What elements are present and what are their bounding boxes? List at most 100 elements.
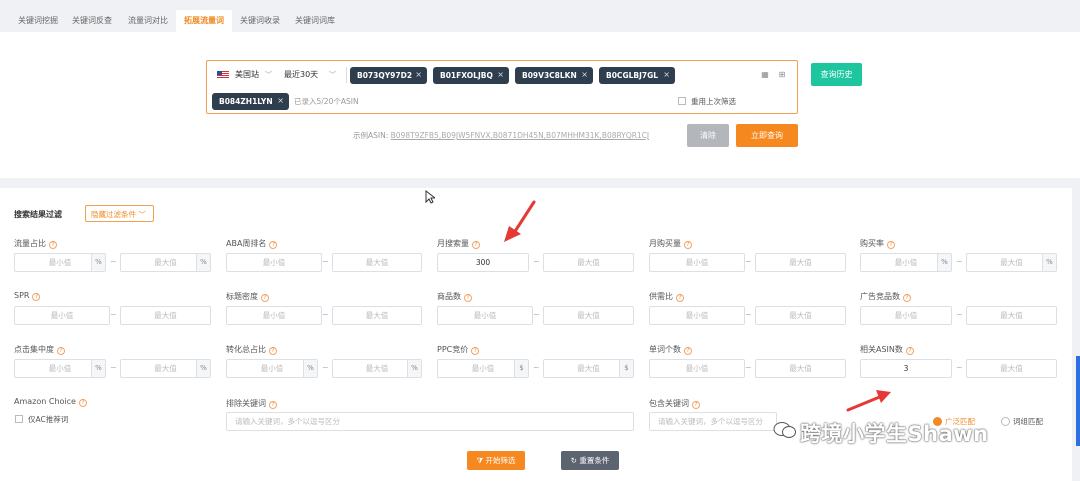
site-select[interactable]: 美国站: [235, 69, 259, 80]
conversion-share-min[interactable]: 最小值%: [226, 359, 318, 378]
help-icon[interactable]: ?: [684, 347, 692, 355]
help-icon[interactable]: ?: [692, 401, 700, 409]
query-history-button[interactable]: 查询历史: [811, 63, 862, 86]
close-icon[interactable]: ×: [277, 96, 284, 105]
product-count-min[interactable]: 最小值: [437, 306, 533, 325]
divider: [346, 67, 347, 83]
help-icon[interactable]: ?: [905, 347, 914, 355]
title-density-max[interactable]: 最大值: [332, 306, 422, 325]
clear-button[interactable]: 清除: [687, 124, 729, 147]
ad-product-count-min[interactable]: 最小值: [860, 306, 952, 325]
related-asin-count-label: 相关ASIN数?: [860, 344, 914, 355]
asin-tag[interactable]: B0CGLBJ7GL ×: [599, 67, 675, 84]
supply-demand-max[interactable]: 最大值: [755, 306, 846, 325]
tab-keyword-index[interactable]: 关键词收录: [232, 10, 288, 32]
tab-expand-traffic[interactable]: 拓展流量词: [176, 10, 232, 32]
start-filter-button[interactable]: ⧩ 开始筛选: [467, 451, 525, 470]
reuse-filter-checkbox[interactable]: [678, 97, 686, 105]
watermark-text: 跨境小学生Shawn: [800, 422, 989, 446]
reset-filter-button[interactable]: ↻ 重置条件: [561, 451, 619, 470]
ac-only-label: 仅AC推荐词: [28, 415, 69, 424]
help-icon[interactable]: ?: [684, 241, 692, 249]
exclude-keywords-input[interactable]: 请输入关键词，多个以逗号区分: [226, 412, 634, 431]
traffic-share-label: 流量占比?: [14, 238, 57, 249]
title-density-min[interactable]: 最小值: [226, 306, 322, 325]
period-select[interactable]: 最近30天: [284, 69, 318, 80]
word-count-min[interactable]: 最小值: [649, 359, 745, 378]
range-separator: ~: [956, 257, 963, 266]
example-asin-value[interactable]: B098T9ZFB5,B09JW5FNVX,B0871DH45N,B07MHHM…: [391, 131, 650, 140]
expand-icon[interactable]: ⊞: [777, 70, 787, 80]
related-asin-count-max[interactable]: 最大值: [966, 359, 1057, 378]
click-concentration-min[interactable]: 最小值%: [14, 359, 106, 378]
aba-rank-max[interactable]: 最大值: [332, 253, 422, 272]
hide-filter-button[interactable]: 隐藏过滤条件 ﹀: [85, 205, 154, 222]
help-icon[interactable]: ?: [32, 293, 41, 301]
help-icon[interactable]: ?: [78, 399, 87, 407]
related-asin-count-min[interactable]: 3: [860, 359, 952, 378]
tab-traffic-compare[interactable]: 流量词对比: [120, 10, 176, 32]
filter-title: 搜索结果过滤: [14, 210, 62, 219]
product-count-max[interactable]: 最大值: [543, 306, 634, 325]
asin-tag-label: B0CGLBJ7GL: [606, 71, 659, 80]
chevron-down-icon: ﹀: [265, 71, 272, 79]
help-icon[interactable]: ?: [269, 241, 278, 249]
help-icon[interactable]: ?: [472, 241, 480, 249]
phrase-match-radio[interactable]: [1001, 417, 1010, 426]
example-asin: 示例ASIN: B098T9ZFB5,B09JW5FNVX,B0871DH45N…: [353, 130, 649, 141]
example-asin-label: 示例ASIN:: [353, 131, 389, 140]
monthly-purchase-min[interactable]: 最小值: [649, 253, 745, 272]
purchase-rate-max[interactable]: 最大值%: [966, 253, 1057, 272]
close-icon[interactable]: ×: [415, 70, 422, 79]
help-icon[interactable]: ?: [464, 294, 472, 302]
purchase-rate-min[interactable]: 最小值%: [860, 253, 952, 272]
monthly-search-max[interactable]: 最大值: [543, 253, 634, 272]
close-icon[interactable]: ×: [581, 70, 588, 79]
asin-tag[interactable]: B073QY97D2 ×: [350, 67, 427, 84]
word-count-max[interactable]: 最大值: [755, 359, 846, 378]
asin-tag-label: B09V3C8LKN: [522, 71, 577, 80]
monthly-purchase-label: 月购买量?: [649, 238, 692, 249]
help-icon[interactable]: ?: [903, 294, 911, 302]
help-icon[interactable]: ?: [676, 294, 684, 302]
ppc-bid-min[interactable]: 最小值 $: [437, 359, 529, 378]
conversion-share-max[interactable]: 最大值%: [332, 359, 422, 378]
click-concentration-max[interactable]: 最大值%: [120, 359, 211, 378]
spr-label: SPR?: [14, 291, 41, 301]
reuse-filter-label: 重用上次筛选: [691, 97, 736, 106]
close-icon[interactable]: ×: [497, 70, 504, 79]
help-icon[interactable]: ?: [887, 241, 895, 249]
help-icon[interactable]: ?: [269, 347, 277, 355]
query-now-button[interactable]: 立即查询: [736, 124, 798, 147]
spr-max[interactable]: 最大值: [120, 306, 211, 325]
help-icon[interactable]: ?: [471, 347, 480, 355]
traffic-share-max[interactable]: 最大值%: [120, 253, 211, 272]
grid-icon[interactable]: ▦: [760, 70, 770, 80]
percent-suffix: %: [937, 254, 951, 271]
help-icon[interactable]: ?: [269, 401, 277, 409]
scrollbar[interactable]: [1076, 356, 1080, 446]
help-icon[interactable]: ?: [57, 347, 65, 355]
asin-search-box[interactable]: 美国站 ﹀ 最近30天 ﹀ B073QY97D2 × B01FXOLJBQ × B0…: [206, 60, 798, 114]
spr-min[interactable]: 最小值: [14, 306, 110, 325]
monthly-purchase-max[interactable]: 最大值: [755, 253, 846, 272]
asin-tag[interactable]: B084ZH1LYN ×: [212, 93, 289, 110]
exclude-keywords-label: 排除关键词?: [226, 398, 277, 409]
asin-tag[interactable]: B09V3C8LKN ×: [515, 67, 593, 84]
asin-tag[interactable]: B01FXOLJBQ ×: [433, 67, 509, 84]
tab-keyword-reverse[interactable]: 关键词反查: [64, 10, 120, 32]
monthly-search-min[interactable]: 300: [437, 253, 529, 272]
tab-keyword-mining[interactable]: 关键词挖掘: [10, 10, 66, 32]
traffic-share-min[interactable]: 最小值%: [14, 253, 106, 272]
include-keywords-input[interactable]: 请输入关键词，多个以逗号区分: [649, 412, 777, 431]
help-icon[interactable]: ?: [261, 294, 269, 302]
ppc-bid-max[interactable]: 最大值 $: [543, 359, 634, 378]
help-icon[interactable]: ?: [49, 241, 57, 249]
close-icon[interactable]: ×: [663, 70, 670, 79]
supply-demand-min[interactable]: 最小值: [649, 306, 745, 325]
aba-rank-min[interactable]: 最小值: [226, 253, 322, 272]
tab-keyword-library[interactable]: 关键词词库: [287, 10, 343, 32]
ad-product-count-max[interactable]: 最大值: [966, 306, 1057, 325]
ac-only-checkbox[interactable]: [15, 415, 23, 423]
asin-count-hint: 已录入5/20个ASIN: [294, 97, 359, 106]
